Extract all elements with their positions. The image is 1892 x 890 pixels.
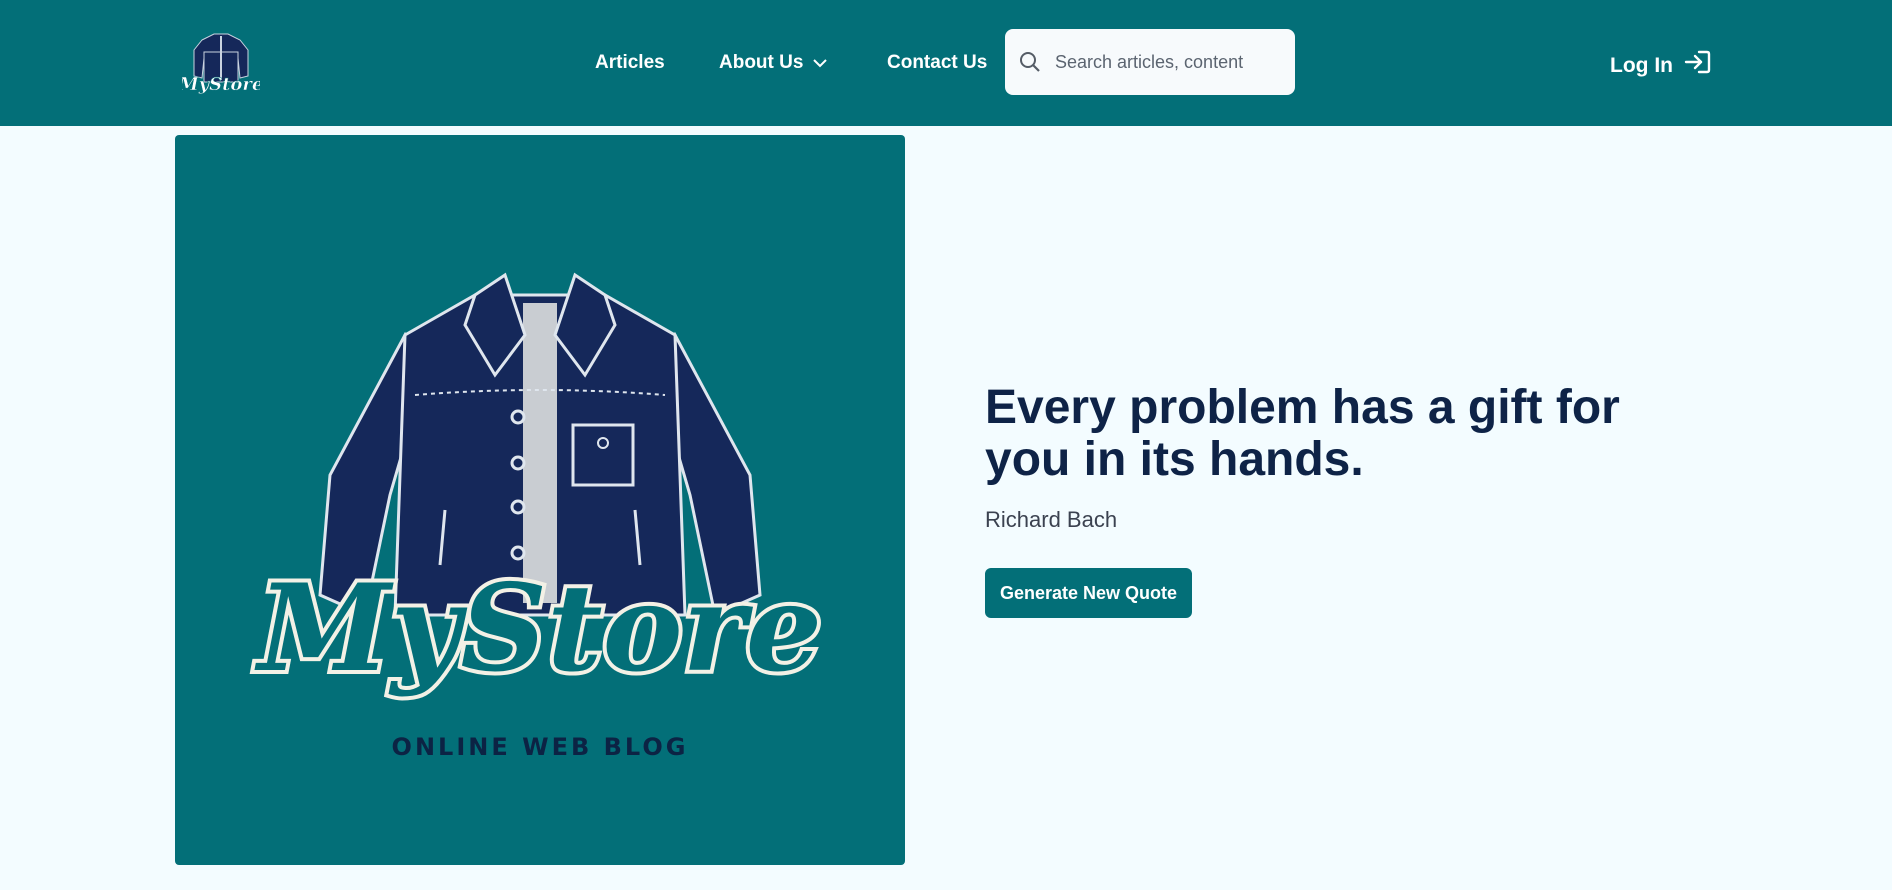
logo-text: MyStore: [182, 74, 260, 95]
login-label: Log In: [1610, 53, 1673, 77]
search-box[interactable]: [1005, 29, 1295, 95]
hero-image: MyStore ONLINE WEB BLOG: [175, 135, 905, 865]
nav-contact-link[interactable]: Contact Us: [887, 52, 987, 74]
chevron-down-icon: [813, 52, 828, 74]
search-icon: [1019, 51, 1041, 78]
image-caption: ONLINE WEB BLOG: [391, 733, 689, 761]
navbar: MyStore Articles About Us Contact Us Log…: [0, 0, 1892, 126]
nav-articles-link[interactable]: Articles: [595, 52, 665, 74]
login-icon: [1673, 49, 1711, 82]
nav-about-label: About Us: [719, 52, 804, 74]
image-logo-text: MyStore: [254, 558, 822, 699]
quote-text: Every problem has a gift for you in its …: [985, 381, 1620, 486]
search-input[interactable]: [1055, 45, 1280, 79]
login-button[interactable]: Log In: [1610, 49, 1711, 82]
logo-icon[interactable]: MyStore: [177, 30, 264, 96]
generate-quote-button[interactable]: Generate New Quote: [985, 568, 1192, 618]
nav-about-dropdown[interactable]: About Us: [719, 52, 828, 74]
quote-author: Richard Bach: [985, 507, 1118, 532]
